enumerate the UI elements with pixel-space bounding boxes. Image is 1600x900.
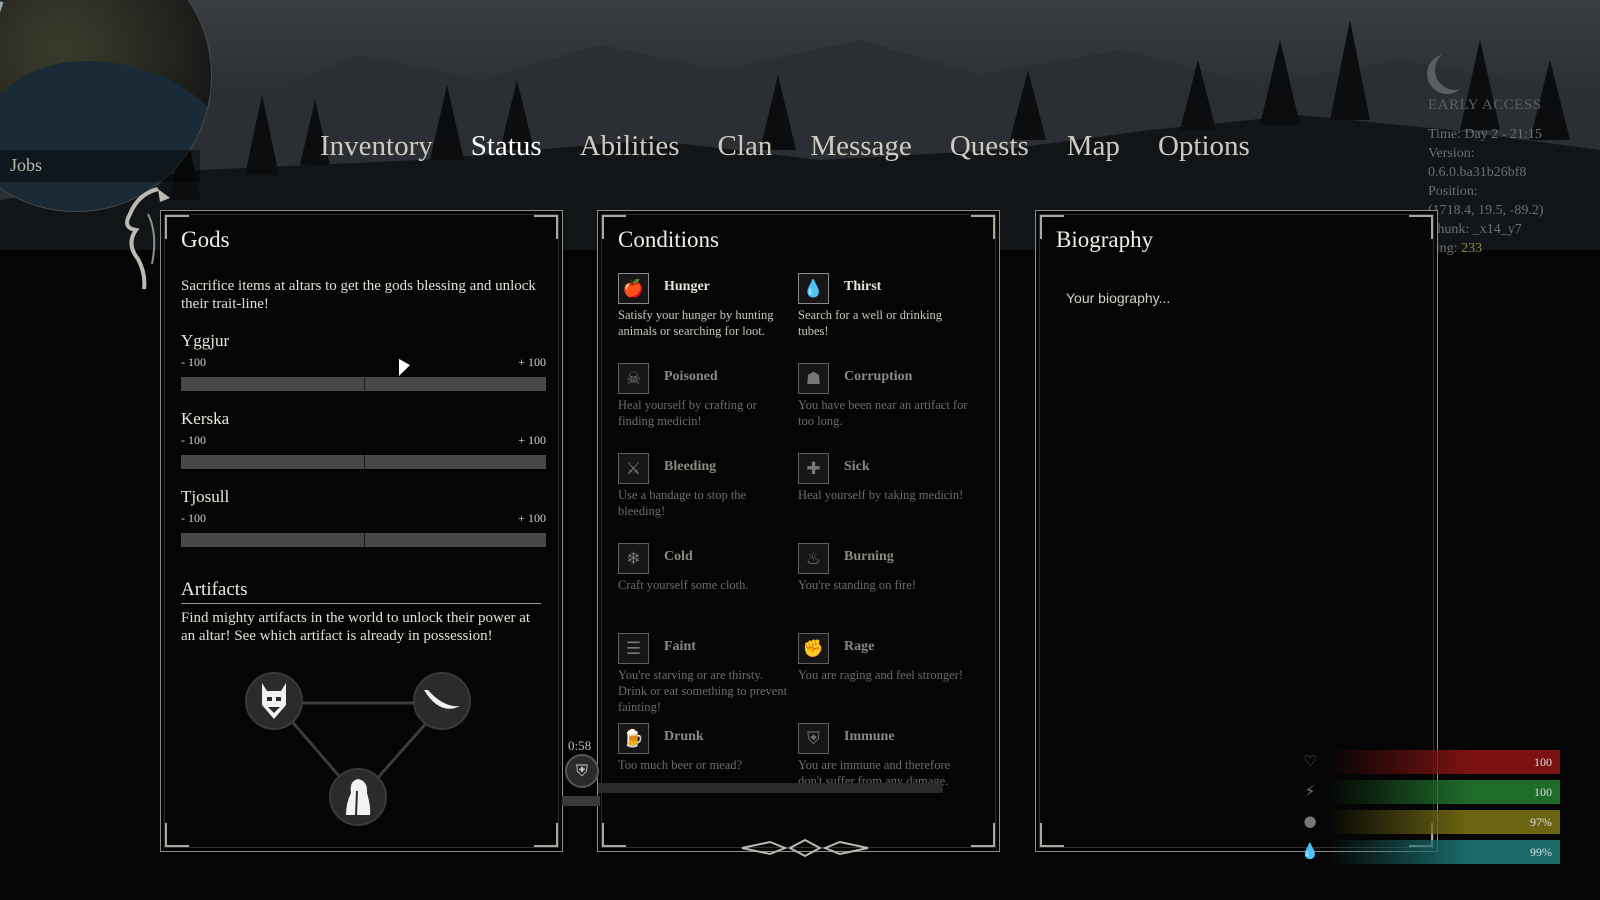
conditions-scrollbar[interactable] [598, 783, 943, 793]
debug-info: EARLY ACCESS Time: Day 2 - 21:15 Version… [1428, 96, 1598, 258]
apple-icon: 🍎 [618, 273, 649, 304]
condition-description: You are raging and feel stronger! [798, 668, 963, 682]
condition-name: Corruption [844, 369, 913, 384]
health-bar: 100 [1328, 750, 1560, 774]
knot-ornament-icon [741, 838, 869, 858]
flame-icon: ♨ [798, 543, 829, 574]
poison-bottle-icon: ☠ [618, 363, 649, 394]
tab-message[interactable]: Message [810, 130, 911, 163]
tab-status[interactable]: Status [471, 130, 542, 163]
main-nav: Inventory Status Abilities Clan Message … [320, 130, 1288, 163]
dragon-ornament-icon [125, 187, 170, 290]
condition-description: You're starving or are thirsty. Drink or… [618, 668, 788, 714]
artifact-connections [274, 701, 446, 800]
player-arrow-icon [0, 0, 7, 12]
condition-description: You have been near an artifact for too l… [798, 398, 968, 428]
version-label: Version: [1428, 146, 1475, 161]
time-readout: Time: Day 2 - 21:15 [1428, 127, 1542, 142]
condition-name: Poisoned [664, 369, 718, 384]
condition-description: Craft yourself some cloth. [618, 578, 749, 592]
tab-quests[interactable]: Quests [950, 130, 1029, 163]
version-value: 0.6.0.ba31b26bf8 [1428, 165, 1527, 180]
tab-clan[interactable]: Clan [718, 130, 773, 163]
shield-icon: ⛨ [798, 723, 829, 754]
mask-icon [262, 683, 286, 719]
blood-drip-icon: ⚔ [618, 453, 649, 484]
frame-corner [971, 823, 995, 847]
condition-name: Cold [664, 549, 693, 564]
frame-corner [1040, 823, 1064, 847]
condition-description: Too much beer or mead? [618, 758, 743, 772]
condition-name: Bleeding [664, 459, 717, 474]
condition-description: Use a bandage to stop the bleeding! [618, 488, 747, 518]
condition-name: Drunk [664, 729, 704, 744]
conditions-title: Conditions [618, 227, 719, 252]
frame-corner [602, 823, 626, 847]
condition-name: Rage [844, 639, 875, 654]
snowflake-icon: ❄ [618, 543, 649, 574]
early-access-label: EARLY ACCESS [1428, 97, 1542, 113]
gods-panel: Gods Sacrifice items at altars to get th… [160, 210, 563, 852]
muscle-icon: ✊ [798, 633, 829, 664]
mug-icon: 🍺 [618, 723, 649, 754]
condition-description: Heal yourself by crafting or finding med… [618, 398, 757, 428]
condition-description: You're standing on fire! [798, 578, 916, 592]
water-bar: 99% [1328, 840, 1560, 864]
position-value: (1718.4, 19.5, -89.2) [1428, 203, 1544, 218]
ability-shield-icon[interactable]: ⛨ [565, 754, 599, 788]
food-bar: 97% [1328, 810, 1560, 834]
frame-corner [971, 215, 995, 239]
conditions-panel: Conditions 🍎 Hunger Satisfy your hunger by… [597, 210, 1000, 852]
condition-name: Hunger [664, 279, 710, 294]
frame-corner [1409, 215, 1433, 239]
condition-name: Thirst [844, 279, 882, 294]
tab-map[interactable]: Map [1067, 130, 1120, 163]
ability-timer: 0:58 [568, 738, 592, 753]
tab-inventory[interactable]: Inventory [320, 130, 433, 163]
jobs-label[interactable]: Jobs [0, 150, 200, 182]
artifact-mask-slot[interactable] [245, 672, 303, 730]
moon-logo-icon [1435, 50, 1475, 90]
chunk-readout: Chunk: _x14_y7 [1428, 222, 1522, 237]
medical-cross-icon: ✚ [798, 453, 829, 484]
apple-icon: ● [1303, 812, 1317, 830]
tab-options[interactable]: Options [1158, 130, 1250, 163]
water-drop-icon: 💧 [1300, 842, 1320, 860]
condition-name: Burning [844, 549, 894, 564]
biography-title: Biography [1056, 227, 1154, 252]
faint-icon: ☰ [618, 633, 649, 664]
condition-name: Faint [664, 639, 696, 654]
condition-description: Search for a well or drinking tubes! [798, 308, 943, 338]
artifact-horn-slot[interactable] [413, 672, 471, 730]
tab-abilities[interactable]: Abilities [580, 130, 680, 163]
biography-text[interactable]: Your biography... [1066, 290, 1170, 306]
skull-helm-icon: ☗ [798, 363, 829, 394]
ping-value: 233 [1461, 241, 1483, 256]
stamina-bar: 100 [1328, 780, 1560, 804]
horn-icon [424, 690, 460, 709]
artifact-figure-slot[interactable] [329, 768, 387, 826]
condition-description: Satisfy your hunger by hunting animals o… [618, 308, 774, 338]
condition-name: Sick [844, 459, 870, 474]
ability-cooldown-bar [562, 796, 600, 806]
minimap-sea [0, 61, 211, 211]
heart-icon: ♡ [1303, 752, 1317, 770]
condition-description: Heal yourself by taking medicin! [798, 488, 964, 502]
condition-name: Immune [844, 729, 895, 744]
water-drop-icon: 💧 [798, 273, 829, 304]
ping-readout: Ping: 233 [1428, 239, 1598, 258]
runner-icon: ⚡ [1304, 782, 1316, 800]
hooded-figure-icon [346, 779, 371, 816]
position-label: Position: [1428, 184, 1478, 199]
